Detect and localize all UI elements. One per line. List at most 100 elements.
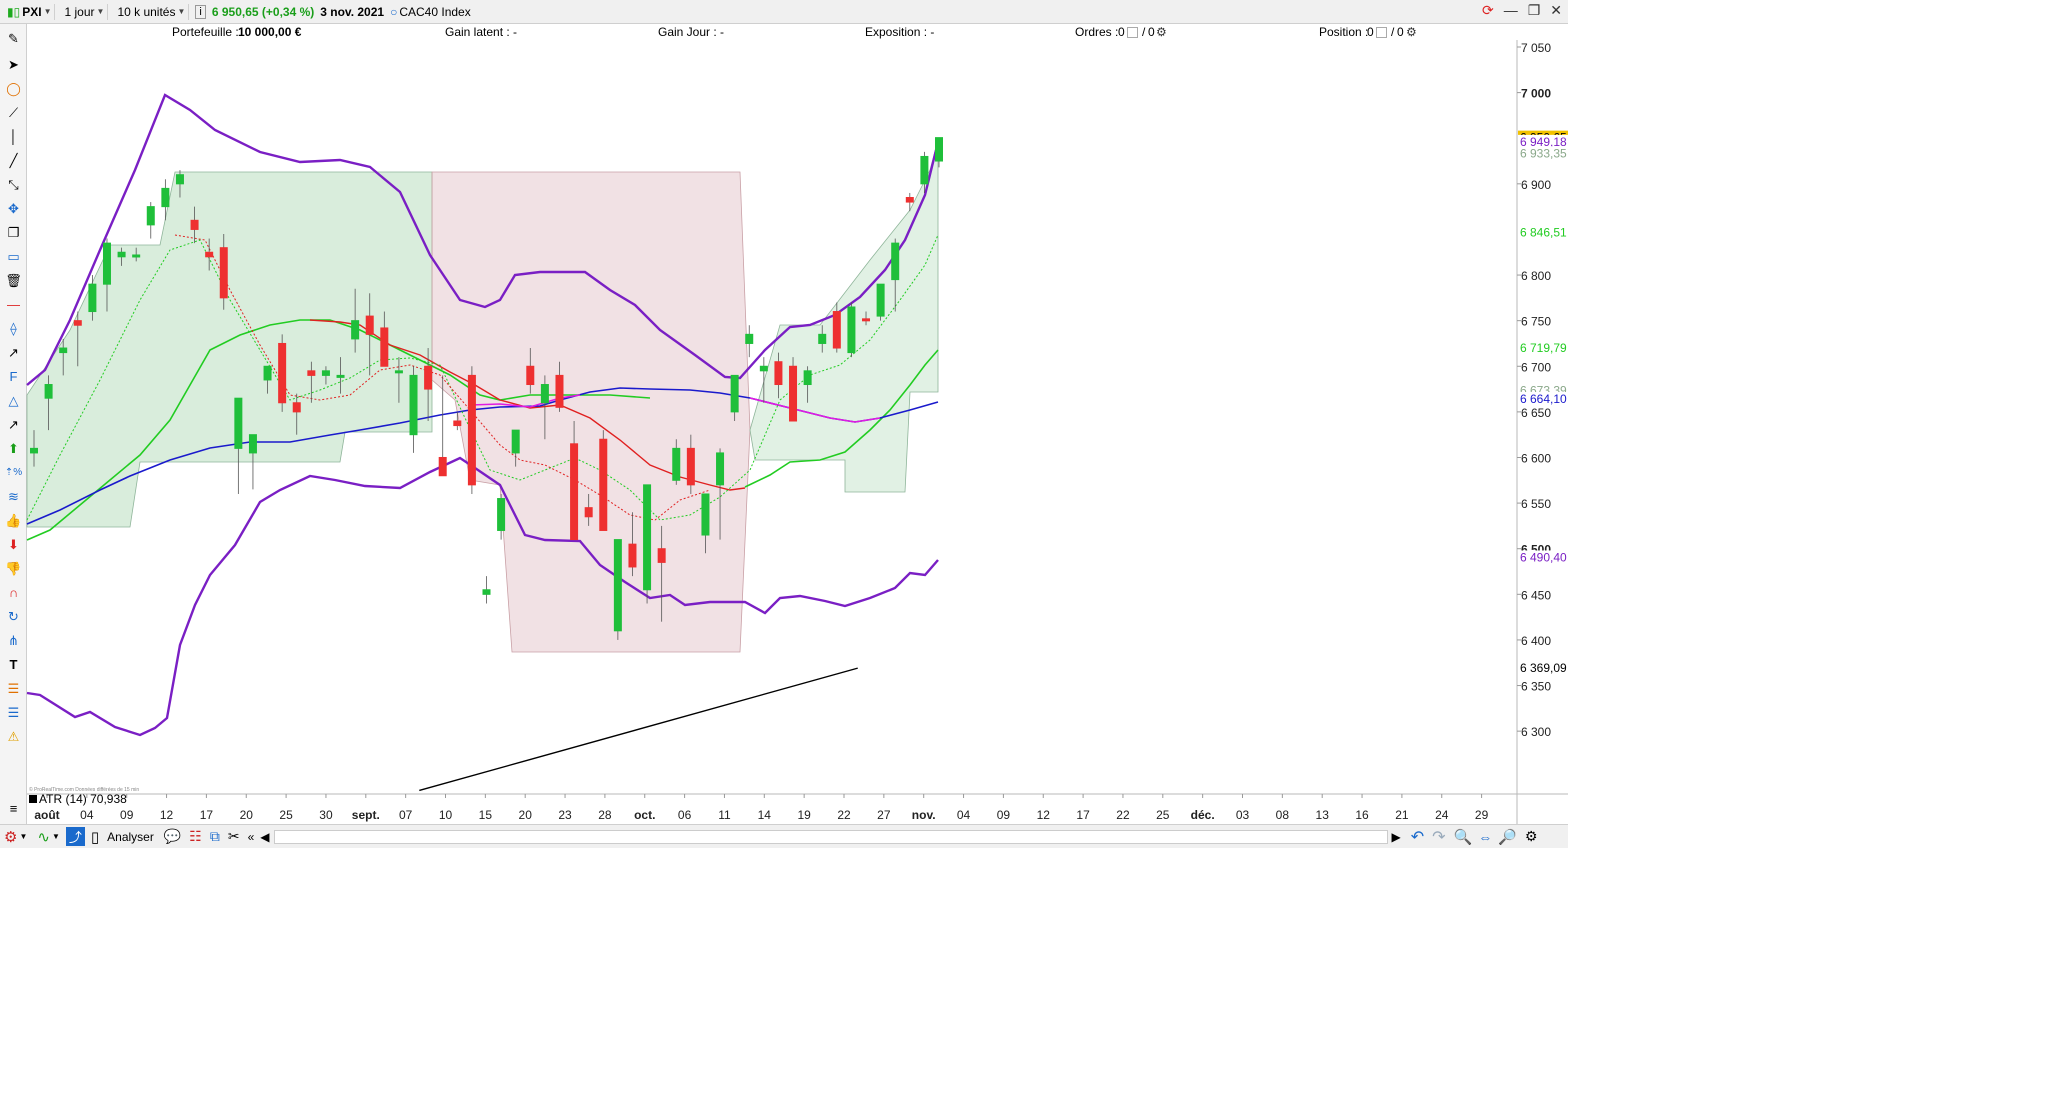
undo-icon[interactable]: ↶ [1411, 827, 1424, 847]
candle-body [453, 420, 462, 427]
candle-body [803, 370, 812, 386]
chat-icon[interactable]: 💬 [164, 828, 181, 845]
candle [613, 539, 622, 640]
price-marker-label: 6 369,09 [1520, 661, 1567, 675]
time-tick-label: 30 [319, 808, 333, 822]
candle-body [832, 311, 841, 349]
candle-body [278, 342, 287, 404]
time-tick-label: 22 [837, 808, 851, 822]
price-tick-label: 6 650 [1521, 406, 1551, 420]
candle-body [774, 361, 783, 386]
candle-body [716, 452, 725, 486]
settings-icon[interactable]: ⚙ [4, 828, 17, 846]
time-tick-label: nov. [912, 808, 936, 822]
bottom-toolbar: ⚙ ▼ ∿ ▼ ⤴ ▯ Analyser 💬 ☷ ⧉ ✂ « ◀ ▶ ↶ ↷ 🔍… [0, 824, 1568, 848]
candle [789, 357, 798, 422]
horizontal-scrollbar[interactable] [273, 829, 1388, 844]
time-tick-label: 07 [399, 808, 413, 822]
time-tick-label: 20 [240, 808, 254, 822]
price-tick-label: 6 450 [1521, 588, 1551, 602]
candle-body [424, 365, 433, 390]
candle-body [584, 507, 593, 518]
candle-body [248, 434, 257, 454]
candle-body [818, 333, 827, 344]
candle-body [759, 365, 768, 372]
price-tick-label: 6 750 [1521, 315, 1551, 329]
candle-body [102, 242, 111, 285]
scroll-right-icon[interactable]: ▶ [1392, 830, 1401, 844]
time-tick-label: 27 [877, 808, 891, 822]
candle-body [59, 347, 68, 354]
candle-body [321, 370, 330, 376]
price-marker-label: 6 664,10 [1520, 392, 1567, 406]
candle-body [643, 484, 652, 591]
candle-body [497, 498, 506, 531]
time-tick-label: 04 [957, 808, 971, 822]
candle-body [599, 438, 608, 531]
time-tick-label: déc. [1191, 808, 1215, 822]
time-tick-label: 21 [1395, 808, 1409, 822]
time-tick-label: 22 [1116, 808, 1130, 822]
candle-body [394, 370, 403, 374]
price-tick-label: 6 550 [1521, 497, 1551, 511]
analyser-button[interactable]: Analyser [107, 830, 154, 844]
candle-body [175, 174, 184, 185]
time-tick-label: 16 [1355, 808, 1369, 822]
candle-body [380, 327, 389, 367]
candle-body [307, 370, 316, 376]
candle-body [292, 402, 301, 413]
time-tick-label: 29 [1475, 808, 1489, 822]
candle-body [409, 374, 418, 436]
price-chart[interactable]: 7 050 7 000 6 900 6 800 6 750 6 700 6 650 6 600… [0, 0, 1568, 824]
candle-body [570, 443, 579, 541]
price-marker-label: 6 846,51 [1520, 226, 1567, 240]
time-tick-label: 17 [1076, 808, 1090, 822]
price-tick-label: 6 800 [1521, 269, 1551, 283]
price-tick-label: 6 900 [1521, 178, 1551, 192]
scroll-left-fast-icon[interactable]: « [248, 830, 255, 844]
scissors-icon[interactable]: ✂ [228, 828, 240, 845]
candle-body [161, 187, 170, 208]
candle [847, 302, 856, 358]
price-tick-label: 6 350 [1521, 680, 1551, 694]
candle-body [891, 242, 900, 281]
list-icon[interactable]: ☷ [189, 828, 202, 845]
candle-body [88, 283, 97, 313]
time-tick-label: 09 [997, 808, 1011, 822]
layout-icon[interactable]: ▯ [91, 828, 99, 846]
time-tick-label: 23 [558, 808, 572, 822]
candle-body [511, 429, 520, 454]
candle-body [657, 548, 666, 563]
candle [599, 430, 608, 531]
price-marker-label: 6 719,79 [1520, 341, 1567, 355]
candle-body [146, 206, 155, 226]
window-icon[interactable]: ⧉ [210, 828, 220, 845]
redo-icon[interactable]: ↷ [1432, 827, 1445, 847]
candle-body [555, 374, 564, 408]
candle-body [628, 543, 637, 568]
candle-body [686, 447, 695, 486]
time-tick-label: 13 [1316, 808, 1330, 822]
candle-body [219, 247, 228, 299]
time-tick-label: août [34, 808, 59, 822]
candle-body [876, 283, 885, 317]
zoom-reset-icon[interactable]: ⇔ [1478, 829, 1492, 845]
indicator-icon[interactable]: ∿ [37, 828, 50, 846]
gear-icon[interactable]: ⚙ [1525, 828, 1538, 845]
zoom-out-icon[interactable]: 🔍 [1454, 828, 1473, 846]
candle-body [540, 384, 549, 404]
scroll-left-icon[interactable]: ◀ [260, 830, 269, 844]
time-tick-label: 20 [519, 808, 533, 822]
price-tick-label: 6 600 [1521, 451, 1551, 465]
price-tick-label: 6 400 [1521, 634, 1551, 648]
candle-body [234, 397, 243, 449]
time-tick-label: 09 [120, 808, 134, 822]
watermark: © ProRealTime.com Données différées de 1… [29, 786, 139, 793]
share-icon[interactable]: ⤴ [65, 827, 85, 846]
candle-body [935, 137, 943, 162]
chevron-down-icon[interactable]: ▼ [19, 832, 27, 841]
zoom-in-icon[interactable]: 🔎 [1498, 828, 1517, 846]
time-tick-label: oct. [634, 808, 655, 822]
chevron-down-icon[interactable]: ▼ [52, 832, 60, 841]
time-tick-label: 24 [1435, 808, 1449, 822]
